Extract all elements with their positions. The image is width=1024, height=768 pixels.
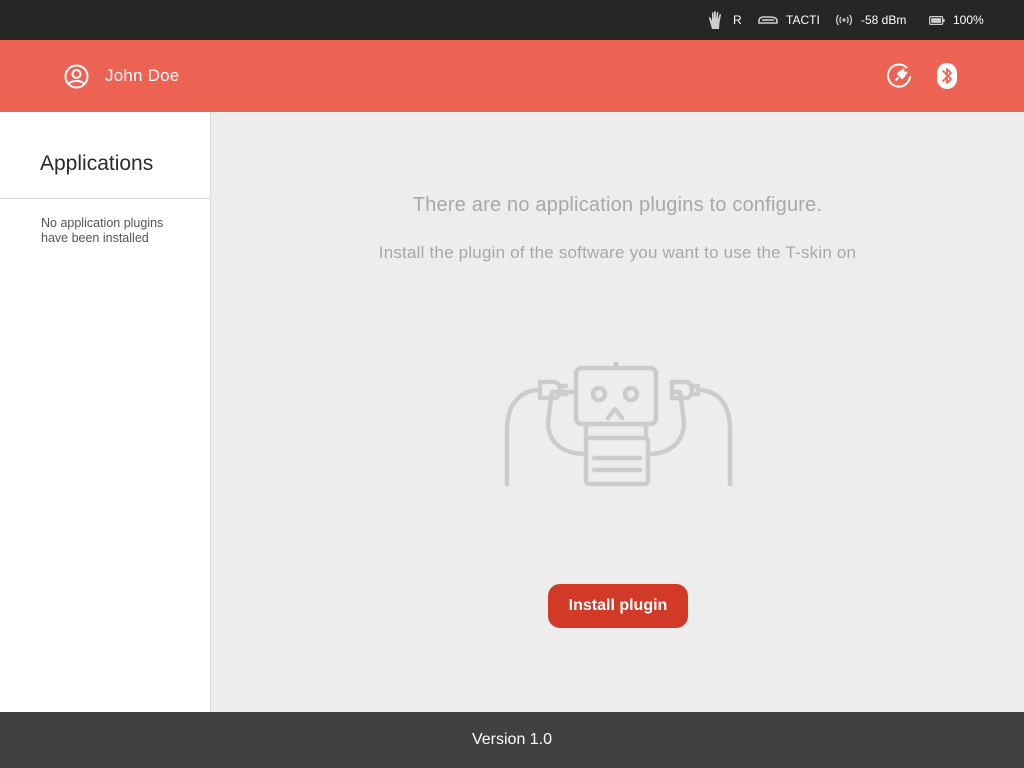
hand-indicator: R — [707, 0, 742, 40]
battery-icon — [929, 15, 945, 25]
battery-indicator: 100% — [929, 0, 984, 40]
bluetooth-button[interactable] — [935, 63, 961, 89]
signal-icon — [835, 14, 853, 26]
sidebar: Applications No application plugins have… — [0, 112, 211, 712]
power-plug-icon — [887, 63, 911, 88]
empty-state-hint: Install the plugin of the software you w… — [378, 243, 857, 262]
device-icon — [758, 16, 778, 24]
footer: Version 1.0 — [0, 712, 1024, 768]
user-icon — [64, 64, 89, 88]
bluetooth-icon — [937, 63, 957, 89]
main-content: There are no application plugins to conf… — [211, 112, 1024, 712]
signal-indicator: -58 dBm — [835, 0, 906, 40]
app-header: John Doe — [0, 40, 1024, 112]
status-bar: R TACTI -58 dBm 100% — [0, 0, 1024, 40]
sidebar-title: Applications — [0, 112, 210, 199]
sidebar-empty-message: No application plugins have been install… — [41, 216, 164, 245]
device-label: TACTI — [786, 13, 820, 27]
battery-label: 100% — [953, 13, 984, 27]
hand-label: R — [733, 13, 742, 27]
power-plug-button[interactable] — [887, 63, 913, 89]
user-name: John Doe — [105, 66, 180, 85]
user-account[interactable]: John Doe — [64, 40, 179, 112]
install-plugin-button[interactable]: Install plugin — [548, 584, 688, 628]
empty-state-title: There are no application plugins to conf… — [412, 194, 823, 216]
hand-icon — [708, 11, 722, 30]
version-label: Version 1.0 — [471, 731, 553, 748]
device-indicator: TACTI — [758, 0, 820, 40]
robot-plug-icon — [504, 362, 733, 487]
signal-label: -58 dBm — [861, 13, 907, 27]
